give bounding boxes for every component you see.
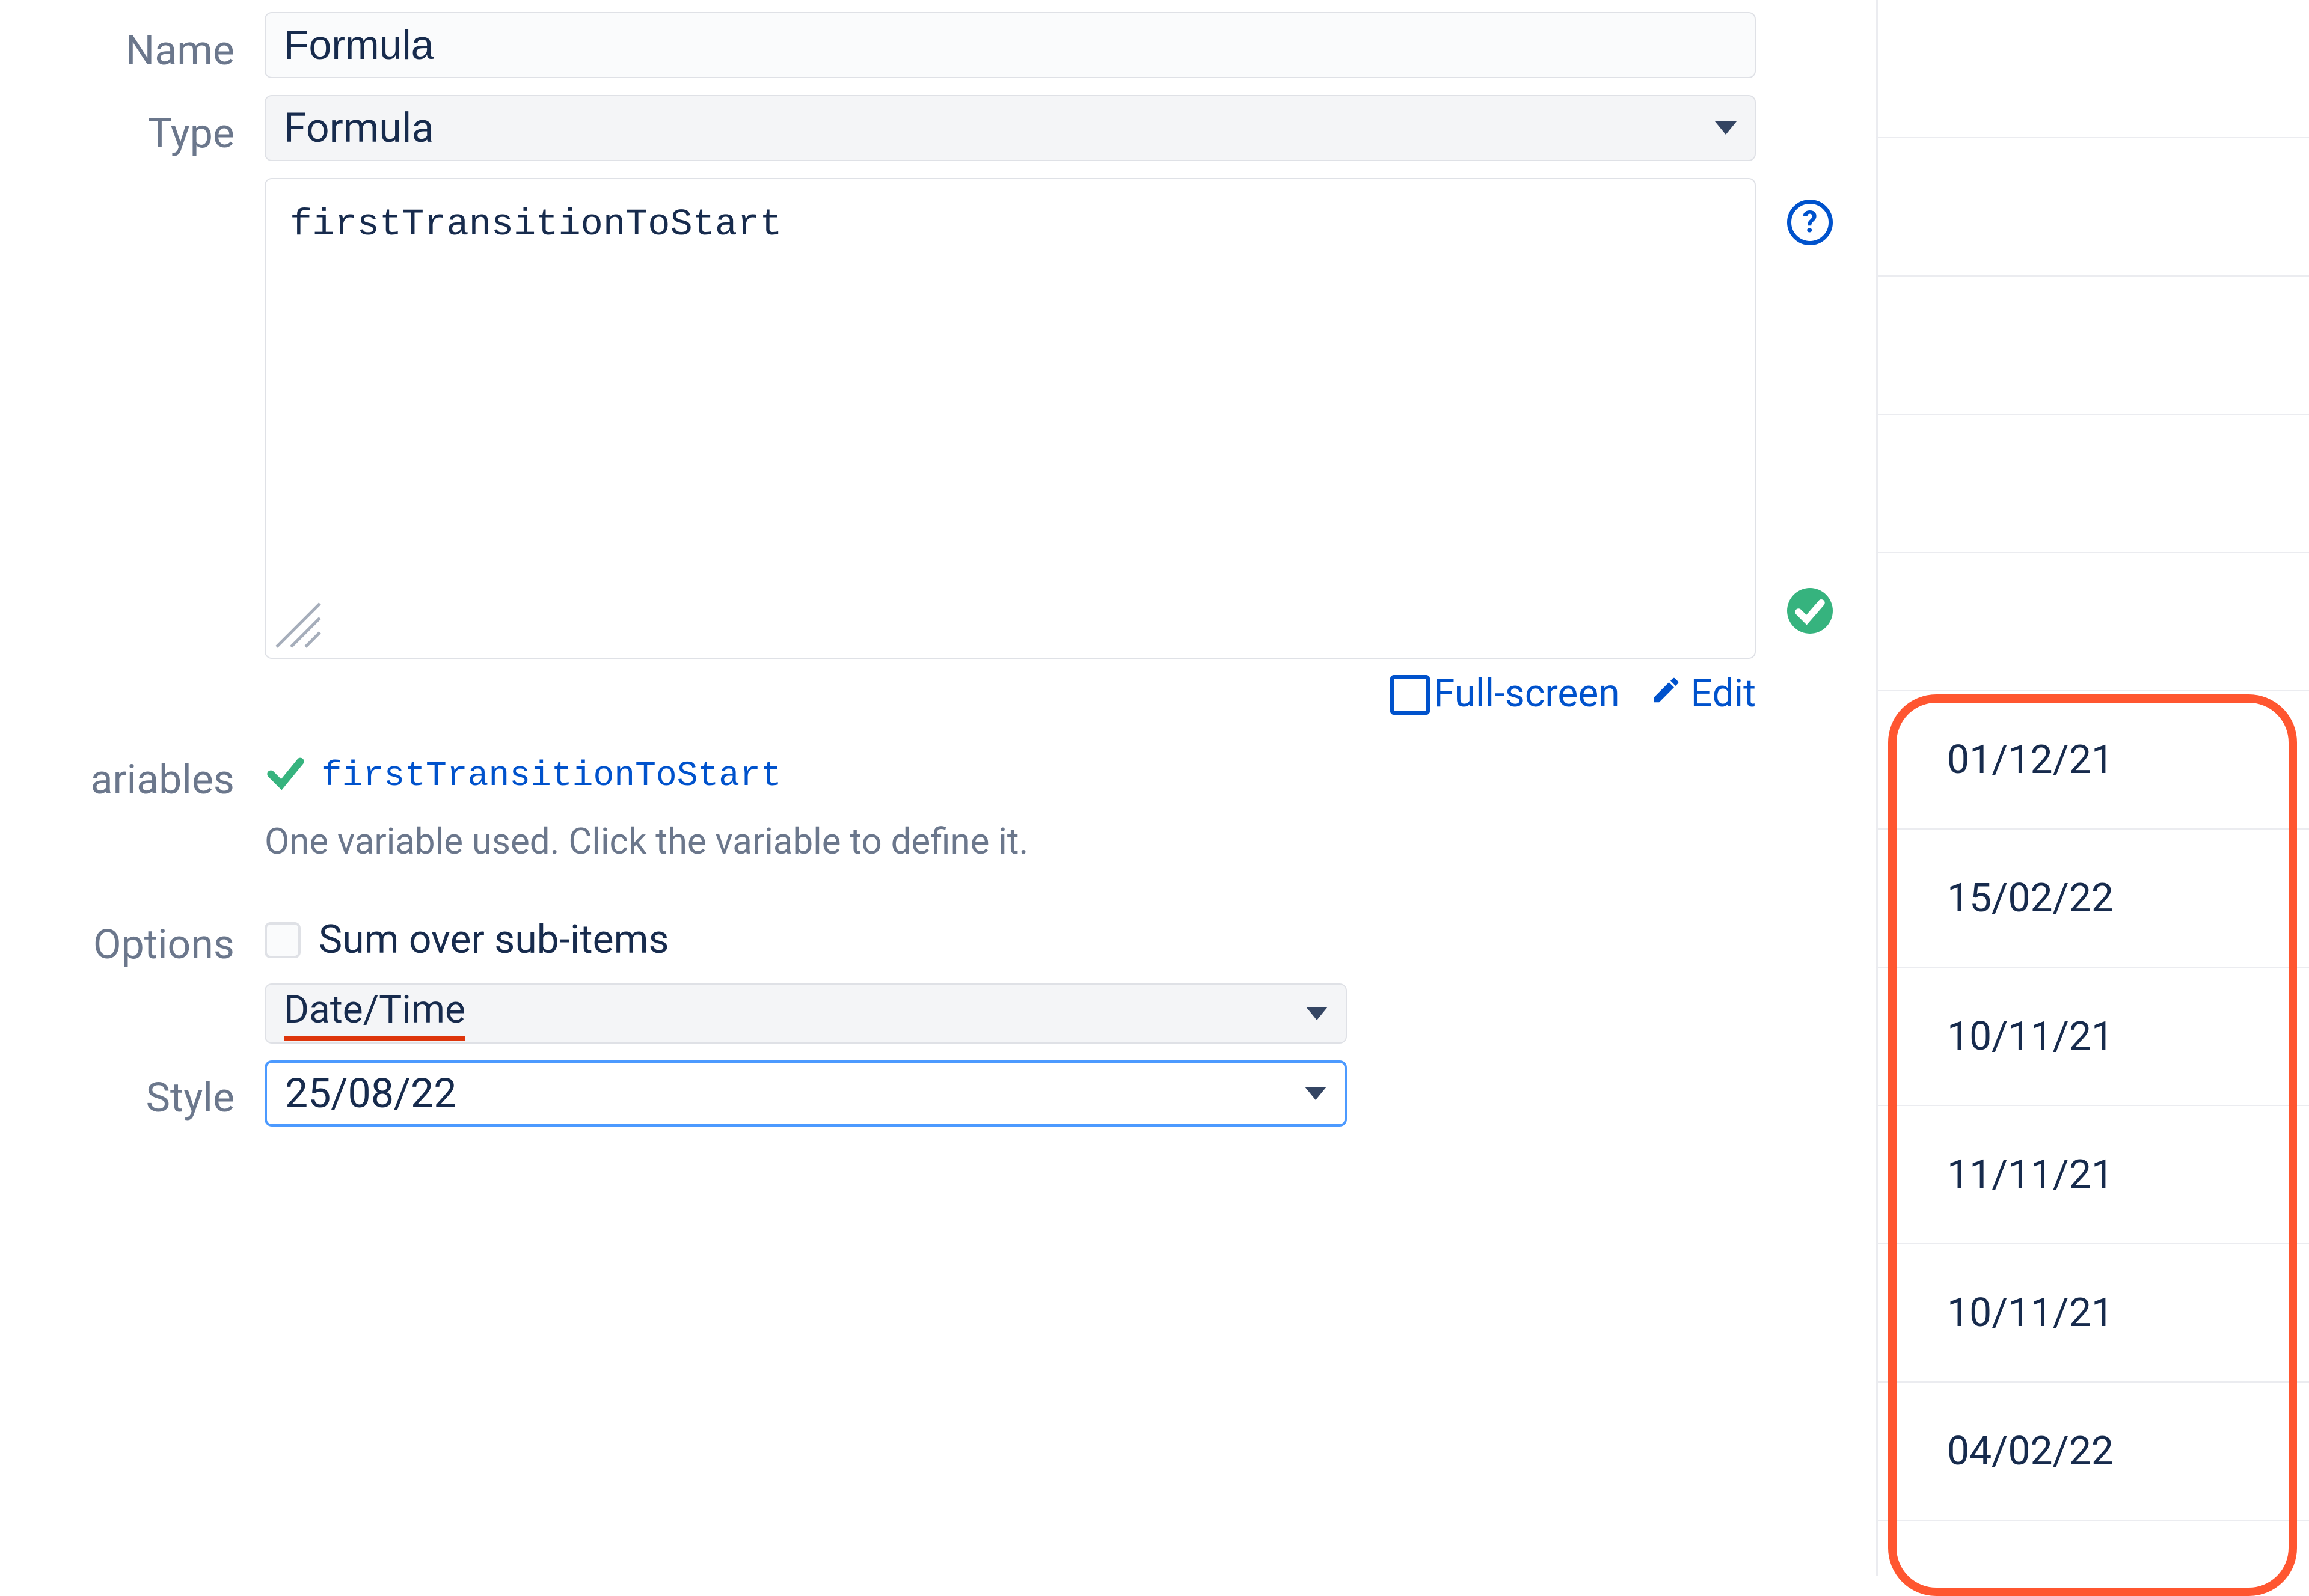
options-type-select[interactable]: Date/Time	[265, 983, 1347, 1044]
date-cell: 10/11/21	[1878, 968, 2309, 1106]
date-cell: 10/11/21	[1878, 1244, 2309, 1383]
fullscreen-link[interactable]: Full-screen	[1393, 671, 1620, 716]
chevron-down-icon	[1306, 1007, 1328, 1020]
formula-textarea[interactable]	[266, 179, 1755, 658]
variables-label: ariables	[0, 752, 265, 804]
date-cell: 04/02/22	[1878, 1383, 2309, 1521]
valid-check-icon	[1787, 588, 1833, 634]
formula-editor[interactable]: ?	[265, 178, 1756, 659]
chevron-down-icon	[1305, 1087, 1326, 1100]
pencil-icon	[1650, 671, 1682, 716]
resize-grip-icon[interactable]	[274, 601, 322, 649]
help-icon[interactable]: ?	[1787, 200, 1833, 245]
fullscreen-icon	[1393, 677, 1425, 710]
style-label: Style	[0, 1060, 265, 1122]
variables-hint: One variable used. Click the variable to…	[265, 820, 1756, 863]
style-select[interactable]: 25/08/22	[265, 1060, 1347, 1127]
name-label: Name	[0, 12, 265, 75]
edit-link-label: Edit	[1691, 671, 1756, 716]
date-cell: 15/02/22	[1878, 830, 2309, 968]
options-label: Options	[0, 917, 265, 968]
sum-over-subitems-label: Sum over sub-items	[319, 917, 669, 963]
date-cell: 01/12/21	[1878, 691, 2309, 830]
variable-valid-icon	[265, 752, 307, 801]
sum-over-subitems-checkbox[interactable]	[265, 922, 301, 958]
variable-name-link[interactable]: firstTransitionToStart	[321, 757, 782, 796]
edit-link[interactable]: Edit	[1650, 671, 1756, 716]
preview-column: 01/12/21 15/02/22 10/11/21 11/11/21 10/1…	[1876, 0, 2309, 1576]
type-label: Type	[0, 95, 265, 157]
chevron-down-icon	[1715, 121, 1737, 135]
style-select-value: 25/08/22	[285, 1069, 456, 1118]
date-cell: 11/11/21	[1878, 1106, 2309, 1244]
name-input[interactable]	[265, 12, 1756, 78]
type-select[interactable]: Formula	[265, 95, 1756, 161]
fullscreen-link-label: Full-screen	[1434, 671, 1620, 716]
options-type-value: Date/Time	[284, 987, 465, 1041]
type-select-value: Formula	[284, 104, 434, 152]
